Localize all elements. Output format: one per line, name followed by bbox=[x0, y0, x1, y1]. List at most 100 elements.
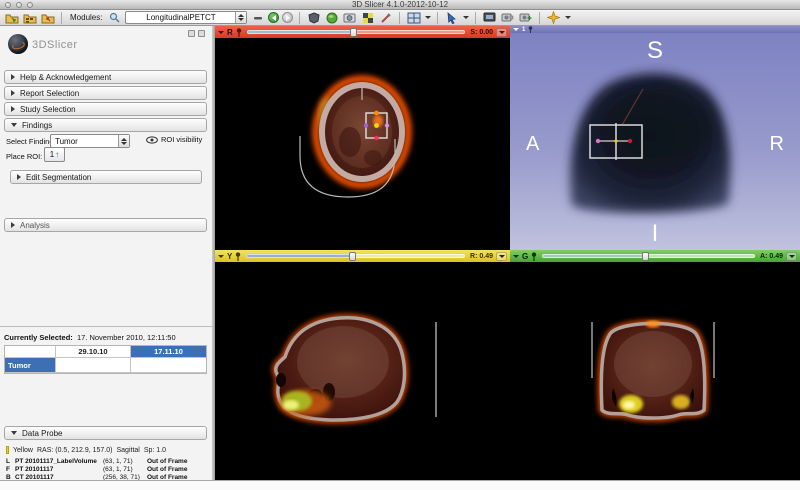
green-slice-view: G A: 0.49 bbox=[510, 250, 800, 480]
data-probe-layer-row: F PT 20101117 (63, 1, 71) Out of Frame bbox=[6, 466, 187, 473]
slider-handle[interactable] bbox=[349, 252, 357, 261]
section-help-acknowledgement[interactable]: Help & Acknowledgement bbox=[4, 70, 207, 84]
roi-visibility-label: ROI visibility bbox=[161, 135, 203, 144]
finding-row-label[interactable]: Tumor bbox=[5, 358, 56, 373]
layer-name: PT 20101117 bbox=[15, 466, 54, 473]
scene-view-icon[interactable] bbox=[500, 11, 515, 24]
slider-handle[interactable] bbox=[642, 252, 650, 261]
save-scene-icon[interactable] bbox=[40, 11, 55, 24]
slider-handle[interactable] bbox=[349, 28, 357, 37]
module-panel: 3DSlicer Help & Acknowledgement Report S… bbox=[0, 26, 212, 481]
finding-selector-stepper[interactable] bbox=[118, 135, 129, 147]
place-roi-button-number: 1 bbox=[49, 150, 55, 159]
section-label: Findings bbox=[22, 120, 53, 130]
section-findings[interactable]: Findings bbox=[4, 118, 207, 132]
green-slice-offset-slider[interactable] bbox=[542, 252, 756, 261]
section-report-selection[interactable]: Report Selection bbox=[4, 86, 207, 100]
layer-code: L bbox=[6, 458, 10, 465]
layout-dropdown-caret[interactable] bbox=[425, 16, 432, 19]
checkerboard-module-icon[interactable] bbox=[360, 11, 375, 24]
view-menu-icon[interactable] bbox=[218, 30, 224, 34]
red-slice-view: R S: 0.00 bbox=[215, 26, 510, 250]
study-cell[interactable] bbox=[131, 358, 206, 373]
yellow-slice-menu-button[interactable] bbox=[496, 251, 507, 261]
probe-view-color: Yellow bbox=[13, 446, 33, 454]
pin-icon[interactable] bbox=[528, 26, 533, 33]
pen-module-icon[interactable] bbox=[378, 11, 393, 24]
volume-rendering-image[interactable]: S A R I bbox=[510, 33, 800, 250]
toolbar-separator bbox=[539, 11, 541, 24]
globe-module-icon[interactable] bbox=[324, 11, 339, 24]
yellow-slice-offset-slider[interactable] bbox=[246, 252, 466, 261]
red-slice-menu-button[interactable] bbox=[496, 27, 507, 37]
scene-view-add-icon[interactable] bbox=[518, 11, 533, 24]
sagittal-slice-image[interactable] bbox=[215, 262, 510, 480]
mouse-mode-dropdown-caret[interactable] bbox=[463, 16, 470, 19]
module-selector-stepper[interactable] bbox=[235, 12, 247, 23]
caret-down-icon bbox=[11, 431, 17, 435]
panel-bottom-block: Currently Selected: 17. November 2010, 1… bbox=[0, 326, 212, 480]
study-column-1[interactable]: 29.10.10 bbox=[56, 346, 131, 358]
coronal-slice-image[interactable] bbox=[510, 262, 800, 480]
load-scene-icon[interactable] bbox=[4, 11, 19, 24]
yellow-slice-swatch bbox=[6, 446, 9, 454]
toolbar-separator bbox=[437, 11, 439, 24]
section-data-probe[interactable]: Data Probe bbox=[4, 426, 207, 440]
next-module-button[interactable] bbox=[282, 12, 294, 23]
load-dicom-icon[interactable] bbox=[22, 11, 37, 24]
probe-orientation: Sagittal bbox=[116, 446, 140, 454]
section-label: Study Selection bbox=[20, 104, 76, 114]
view-menu-icon[interactable] bbox=[513, 28, 519, 31]
select-finding-label: Select Finding: bbox=[6, 137, 56, 146]
module-search-icon[interactable] bbox=[107, 11, 122, 24]
section-edit-segmentation[interactable]: Edit Segmentation bbox=[10, 170, 202, 184]
section-analysis[interactable]: Analysis bbox=[4, 218, 207, 232]
crosshair-dropdown-caret[interactable] bbox=[565, 16, 572, 19]
orientation-superior-label: S bbox=[646, 37, 664, 64]
toolbar-separator bbox=[61, 11, 62, 24]
roi-visibility-toggle[interactable]: ROI visibility bbox=[146, 135, 202, 144]
section-study-selection[interactable]: Study Selection bbox=[4, 102, 207, 116]
previous-module-button[interactable] bbox=[268, 12, 280, 23]
orientation-right-label: R bbox=[769, 132, 784, 155]
pin-icon[interactable] bbox=[236, 27, 242, 37]
place-roi-label: Place ROI: bbox=[6, 152, 43, 161]
window-titlebar: 3D Slicer 4.1.0-2012-10-12 bbox=[0, 0, 800, 10]
crosshair-star-icon[interactable] bbox=[546, 11, 561, 24]
caret-right-icon bbox=[17, 174, 21, 180]
camera-module-icon[interactable] bbox=[342, 11, 357, 24]
study-cell[interactable] bbox=[56, 358, 131, 373]
layout-grid-icon[interactable] bbox=[406, 11, 421, 24]
red-slice-controller: R S: 0.00 bbox=[215, 26, 510, 38]
study-table: 29.10.10 17.11.10 Tumor bbox=[4, 345, 207, 374]
module-selector[interactable]: LongitudinalPETCT bbox=[125, 11, 248, 24]
mouse-interaction-icon[interactable] bbox=[444, 11, 459, 24]
section-label: Help & Acknowledgement bbox=[20, 72, 112, 82]
threed-view-label: 1 bbox=[522, 26, 526, 33]
pin-icon[interactable] bbox=[531, 251, 537, 261]
place-roi-button[interactable]: 1 ↑ bbox=[44, 147, 65, 162]
finding-selector[interactable]: Tumor bbox=[50, 134, 130, 148]
study-column-2-selected[interactable]: 17.11.10 bbox=[131, 346, 206, 358]
green-view-label: G bbox=[522, 251, 529, 261]
layer-ijk: (63, 1, 71) bbox=[103, 458, 133, 465]
green-slice-menu-button[interactable] bbox=[786, 251, 797, 261]
red-slice-offset-slider[interactable] bbox=[246, 28, 466, 37]
axial-slice-image[interactable] bbox=[215, 38, 510, 250]
toolbar-separator bbox=[299, 11, 301, 24]
panel-menu-icon[interactable] bbox=[198, 30, 205, 37]
module-history-icon[interactable] bbox=[250, 11, 265, 24]
view-menu-icon[interactable] bbox=[218, 254, 224, 258]
panel-pin-icon[interactable] bbox=[188, 30, 195, 37]
screen-capture-icon[interactable] bbox=[482, 11, 497, 24]
shield-module-icon[interactable] bbox=[306, 11, 321, 24]
toolbar-separator bbox=[475, 11, 477, 24]
caret-right-icon bbox=[11, 90, 15, 96]
pin-icon[interactable] bbox=[235, 251, 241, 261]
slicer-logo-text: 3DSlicer bbox=[32, 39, 78, 51]
view-menu-icon[interactable] bbox=[513, 254, 519, 258]
data-probe-layer-row: L PT 20101117_LabelVolume (63, 1, 71) Ou… bbox=[6, 458, 187, 465]
eye-icon bbox=[146, 135, 158, 144]
yellow-slice-offset-value: R: 0.49 bbox=[470, 252, 493, 260]
main-toolbar: Modules: LongitudinalPETCT bbox=[0, 10, 800, 26]
